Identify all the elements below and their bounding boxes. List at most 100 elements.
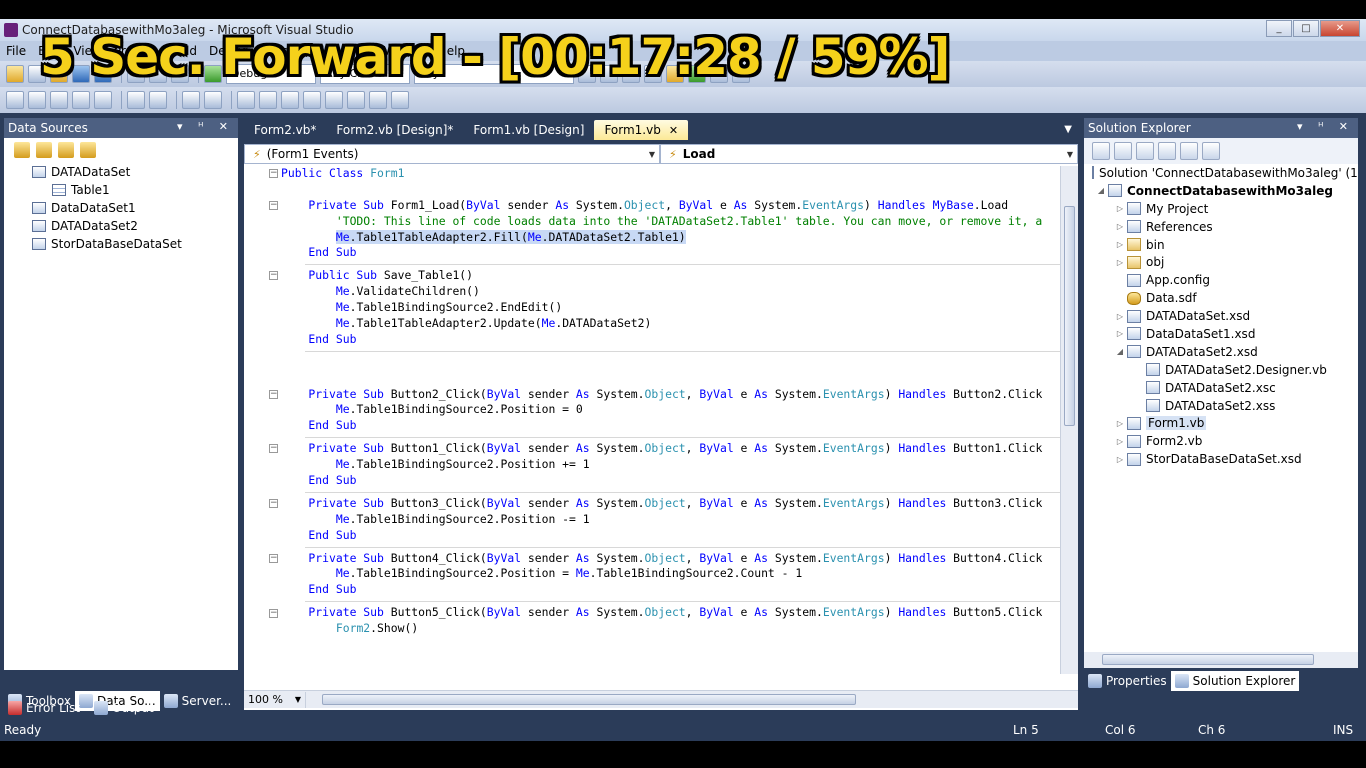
solution-tree-item[interactable]: Data.sdf [1084, 289, 1358, 307]
code-line[interactable]: 'TODO: This line of code loads data into… [281, 214, 1060, 230]
tab-form1-vb[interactable]: Form1.vb ✕ [594, 120, 689, 140]
tab-output[interactable]: Output [90, 698, 158, 718]
code-line[interactable]: End Sub [281, 418, 1060, 434]
tab-error-list[interactable]: Error List [4, 698, 84, 718]
code-lines[interactable]: Public Class Form1 Private Sub Form1_Loa… [281, 166, 1060, 637]
expand-arrow-icon[interactable]: ▷ [1113, 240, 1127, 249]
code-line[interactable]: Private Sub Button5_Click(ByVal sender A… [281, 605, 1060, 621]
code-line[interactable]: Me.Table1TableAdapter2.Fill(Me.DATADataS… [281, 229, 1060, 246]
code-line[interactable] [281, 182, 1060, 198]
maximize-button[interactable]: □ [1293, 20, 1319, 37]
configure-dataset-icon[interactable] [58, 142, 74, 158]
expand-arrow-icon[interactable]: ▷ [1113, 455, 1127, 464]
solution-tree-item[interactable]: ▷ obj [1084, 253, 1358, 271]
tab-form1-design[interactable]: Form1.vb [Design] [463, 120, 594, 140]
minimize-button[interactable]: _ [1266, 20, 1292, 37]
expand-arrow-icon[interactable]: ▷ [1113, 258, 1127, 267]
solution-tree-item[interactable]: ◢ ConnectDatabasewithMo3aleg [1084, 182, 1358, 200]
expand-arrow-icon[interactable]: ▷ [1113, 419, 1127, 428]
panel-pin-icon[interactable]: ▾ ᵸ ✕ [177, 120, 234, 133]
solution-tree-item[interactable]: ▷ DataDataSet1.xsd [1084, 325, 1358, 343]
solution-tree-item[interactable]: ▷ DATADataSet.xsd [1084, 307, 1358, 325]
next-bookmark-doc-icon[interactable] [369, 91, 387, 109]
code-line[interactable]: Me.Table1BindingSource2.Position += 1 [281, 457, 1060, 473]
solution-tree-item[interactable]: ▷ Form2.vb [1084, 432, 1358, 450]
add-data-source-icon[interactable] [14, 142, 30, 158]
complete-word-icon[interactable] [72, 91, 90, 109]
code-line[interactable]: Private Sub Button1_Click(ByVal sender A… [281, 441, 1060, 457]
next-bookmark-icon[interactable] [281, 91, 299, 109]
code-line[interactable]: End Sub [281, 332, 1060, 348]
code-line[interactable]: Me.Table1BindingSource2.Position = 0 [281, 402, 1060, 418]
refresh-icon[interactable] [1136, 142, 1154, 160]
solution-tree-item[interactable]: ▷ My Project [1084, 200, 1358, 218]
tab-form2-vb[interactable]: Form2.vb* [244, 120, 326, 140]
collapse-outline-icon[interactable]: − [269, 169, 278, 178]
code-line[interactable]: Private Sub Button4_Click(ByVal sender A… [281, 551, 1060, 567]
view-designer-icon[interactable] [1180, 142, 1198, 160]
collapse-outline-icon[interactable]: − [269, 271, 278, 281]
previous-bookmark-folder-icon[interactable] [303, 91, 321, 109]
code-line[interactable]: End Sub [281, 582, 1060, 598]
expand-arrow-icon[interactable]: ▷ [1113, 437, 1127, 446]
previous-bookmark-icon[interactable] [259, 91, 277, 109]
new-project-icon[interactable] [6, 65, 24, 83]
zoom-combo[interactable]: 100 % ▼ [244, 691, 306, 708]
code-line[interactable]: Me.Table1BindingSource2.Position -= 1 [281, 512, 1060, 528]
code-line[interactable]: Form2.Show() [281, 621, 1060, 637]
view-code-icon[interactable] [1158, 142, 1176, 160]
tab-list-dropdown-icon[interactable]: ▼ [1064, 124, 1072, 135]
solution-tree-item[interactable]: Solution 'ConnectDatabasewithMo3aleg' (1… [1084, 164, 1358, 182]
show-all-files-icon[interactable] [1114, 142, 1132, 160]
code-line[interactable] [281, 355, 1060, 371]
expand-arrow-icon[interactable]: ▷ [1113, 222, 1127, 231]
code-line[interactable] [281, 371, 1060, 387]
collapse-outline-icon[interactable]: − [269, 389, 278, 399]
solution-tree-item[interactable]: DATADataSet2.xss [1084, 397, 1358, 415]
code-line[interactable]: Private Sub Form1_Load(ByVal sender As S… [281, 198, 1060, 214]
parameter-info-icon[interactable] [28, 91, 46, 109]
code-line[interactable]: Me.Table1TableAdapter2.Update(Me.DATADat… [281, 316, 1060, 332]
next-bookmark-folder-icon[interactable] [325, 91, 343, 109]
solution-horizontal-scrollbar[interactable] [1084, 652, 1358, 668]
menu-file[interactable]: File [0, 44, 32, 58]
code-line[interactable]: Public Sub Save_Table1() [281, 268, 1060, 284]
code-line[interactable]: End Sub [281, 245, 1060, 261]
close-tab-icon[interactable]: ✕ [669, 124, 678, 137]
code-line[interactable]: Me.Table1BindingSource2.Position = Me.Ta… [281, 566, 1060, 582]
comment-out-icon[interactable] [182, 91, 200, 109]
solution-scroll-thumb[interactable] [1102, 654, 1314, 665]
solution-tree-item[interactable]: DATADataSet2.xsc [1084, 379, 1358, 397]
member-list-icon[interactable] [6, 91, 24, 109]
code-line[interactable]: Private Sub Button3_Click(ByVal sender A… [281, 496, 1060, 512]
expand-arrow-icon[interactable]: ▷ [1113, 312, 1127, 321]
collapse-outline-icon[interactable]: − [269, 444, 278, 454]
tab-solution-explorer[interactable]: Solution Explorer [1170, 671, 1300, 691]
dataset-item[interactable]: DATADataSet2 [4, 217, 238, 235]
code-line[interactable]: Public Class Form1 [281, 166, 1060, 182]
code-area[interactable]: − − − − − − − − Public Class Form1 Private Sub … [244, 166, 1060, 674]
indent-icon[interactable] [149, 91, 167, 109]
collapse-outline-icon[interactable]: − [269, 200, 278, 210]
close-button[interactable]: ✕ [1320, 20, 1360, 37]
solution-tree-item[interactable]: ▷ bin [1084, 236, 1358, 254]
dataset-item[interactable]: DATADataSet [4, 163, 238, 181]
code-line[interactable]: Private Sub Button2_Click(ByVal sender A… [281, 387, 1060, 403]
expand-arrow-icon[interactable]: ◢ [1094, 186, 1108, 195]
solution-tree-item[interactable]: DATADataSet2.Designer.vb [1084, 361, 1358, 379]
properties-icon[interactable] [1092, 142, 1110, 160]
solution-tree-item[interactable]: ◢ DATADataSet2.xsd [1084, 343, 1358, 361]
dataset-item[interactable]: DataDataSet1 [4, 199, 238, 217]
edit-dataset-icon[interactable] [36, 142, 52, 158]
vertical-scrollbar[interactable] [1060, 166, 1078, 674]
panel-pin-icon[interactable]: ▾ ᵸ ✕ [1297, 120, 1354, 133]
data-table-item[interactable]: Table1 [4, 181, 238, 199]
outdent-icon[interactable] [127, 91, 145, 109]
toggle-bookmark-icon[interactable] [237, 91, 255, 109]
collapse-outline-icon[interactable]: − [269, 608, 278, 618]
solution-tree-item[interactable]: App.config [1084, 271, 1358, 289]
clear-bookmarks-icon[interactable] [391, 91, 409, 109]
solution-tree-item[interactable]: ▷ StorDataBaseDataSet.xsd [1084, 450, 1358, 468]
horizontal-scrollbar[interactable]: 100 % ▼ [244, 690, 1078, 708]
refresh-icon[interactable] [80, 142, 96, 158]
